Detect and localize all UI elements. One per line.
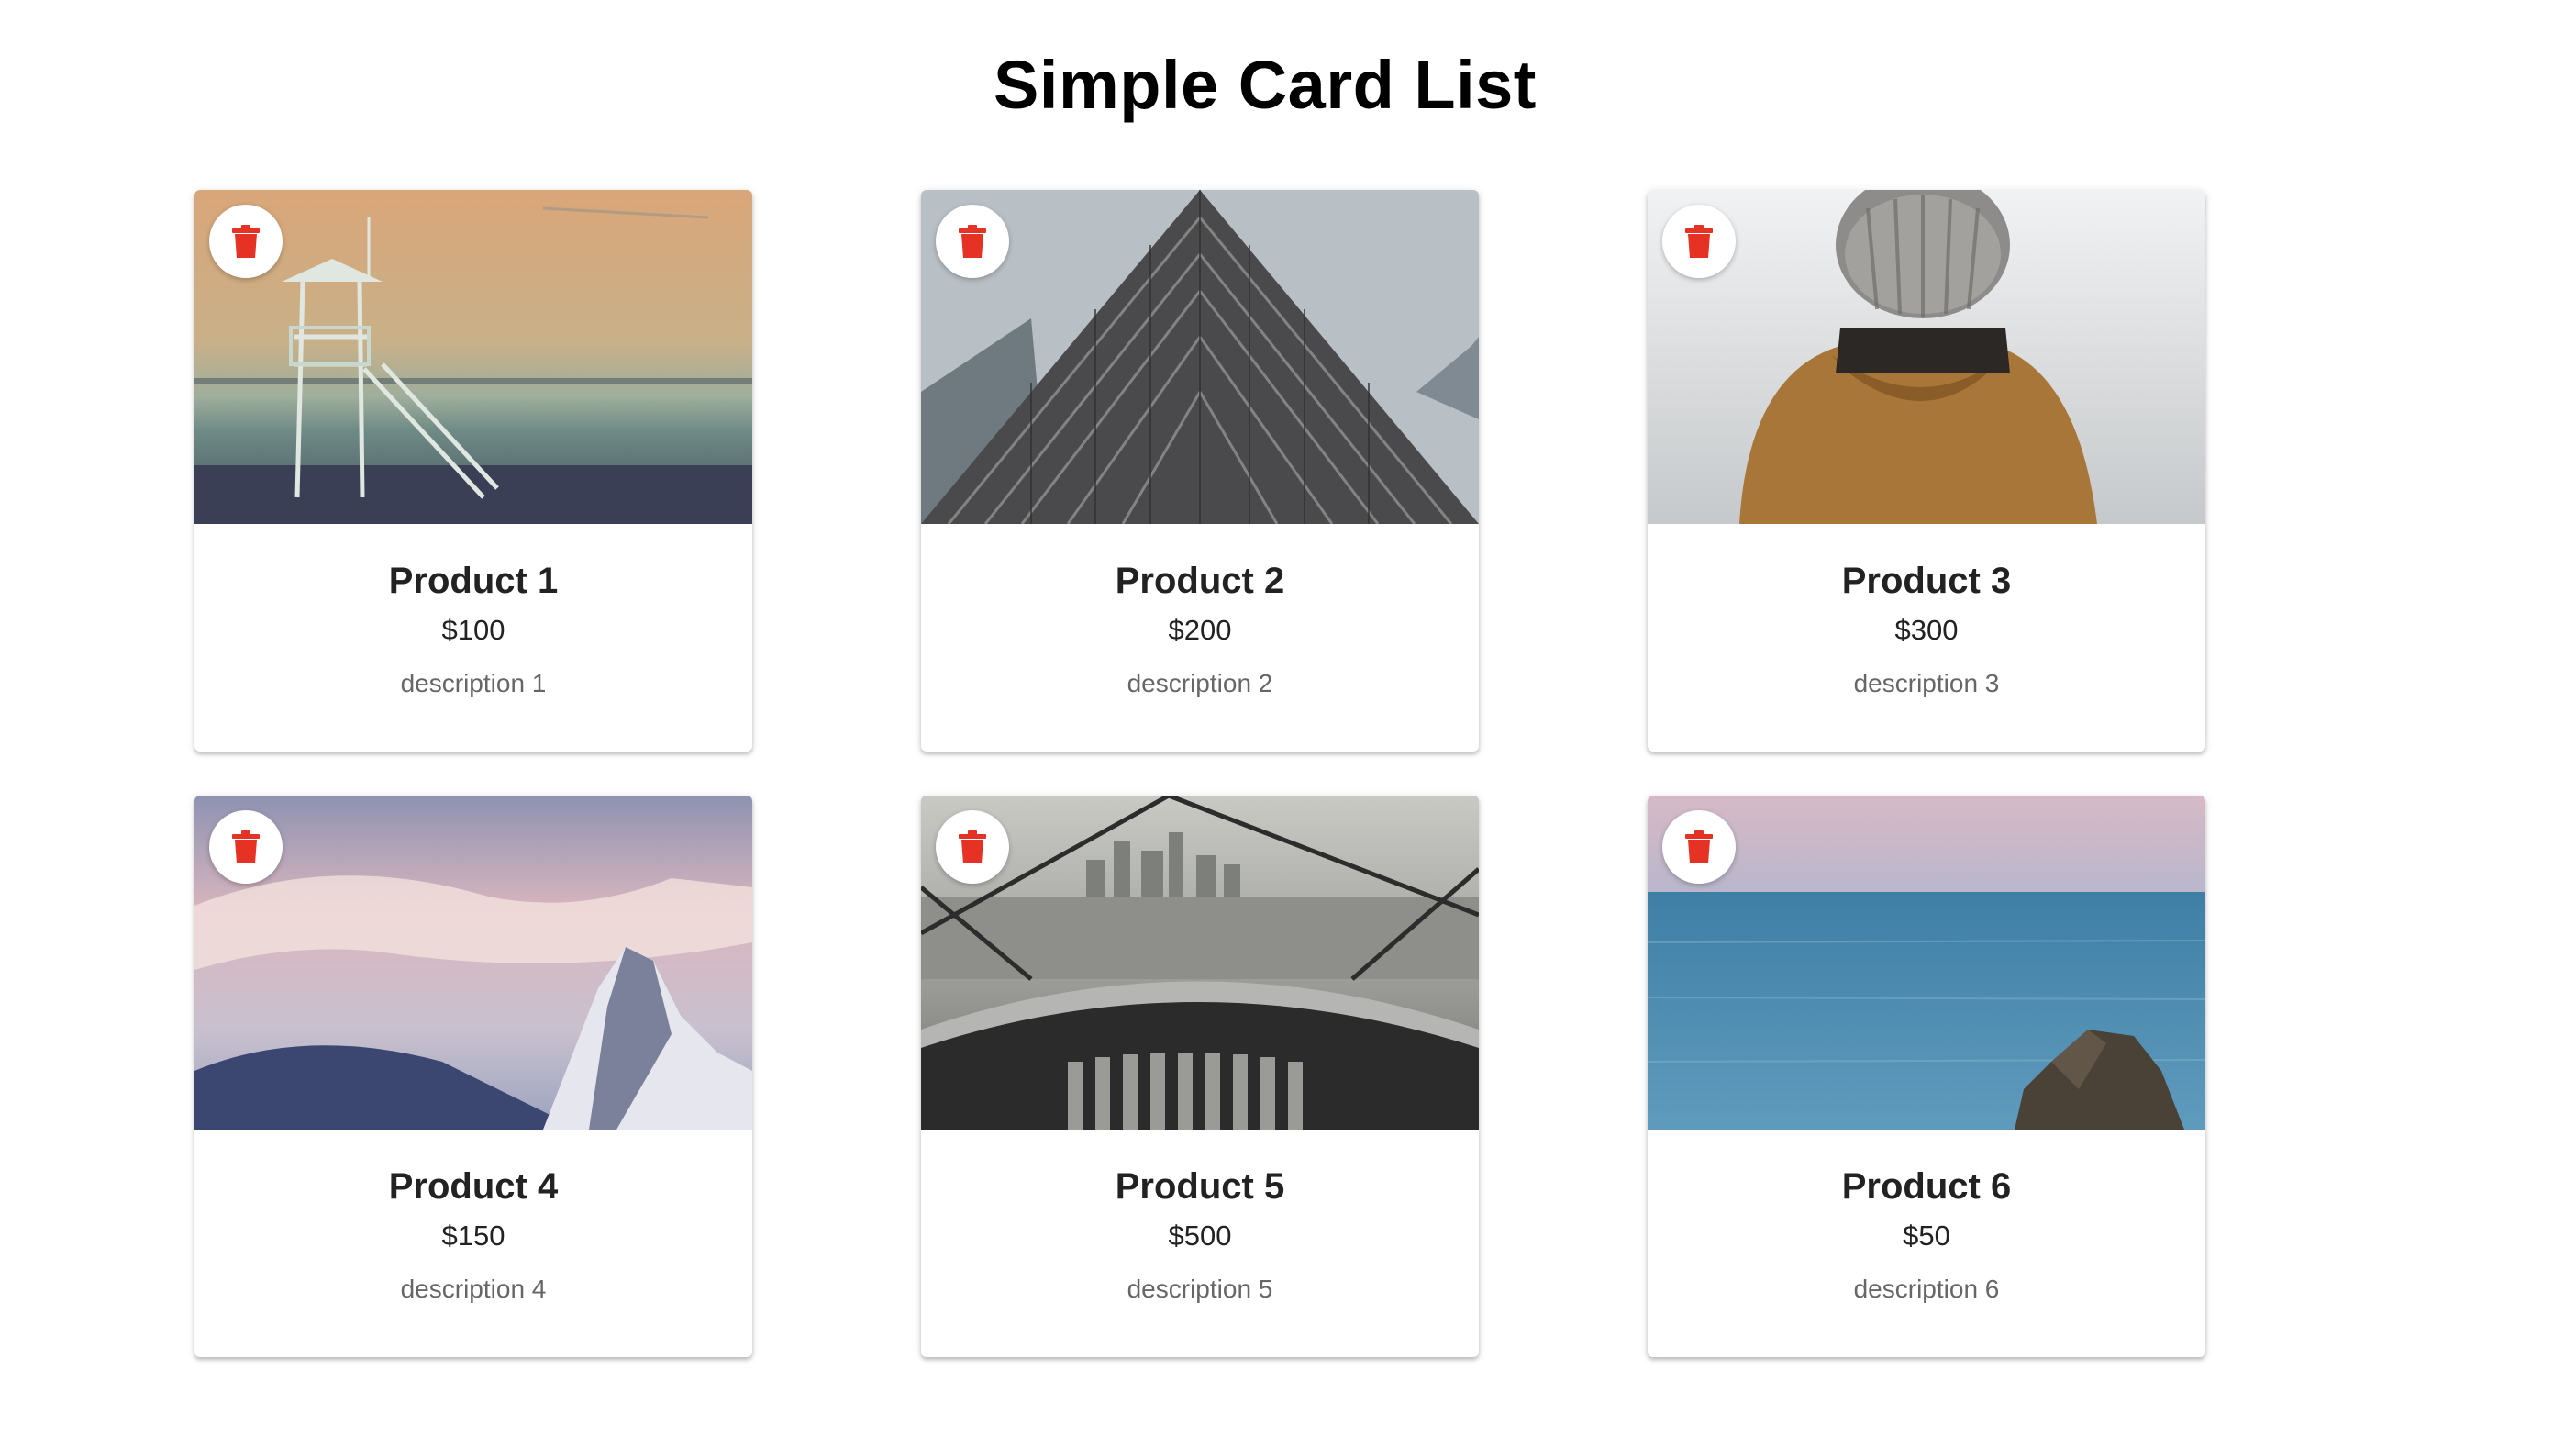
- product-description: description 4: [400, 1275, 547, 1303]
- card-body: Product 6 $50 description 6: [1648, 1130, 2205, 1306]
- delete-button[interactable]: [936, 205, 1009, 278]
- delete-button[interactable]: [936, 810, 1009, 884]
- card-body: Product 3 $300 description 3: [1648, 524, 2205, 700]
- trash-icon: [232, 830, 260, 863]
- product-title: Product 5: [1115, 1166, 1285, 1207]
- product-price: $100: [441, 614, 505, 646]
- product-title: Product 3: [1841, 561, 2012, 601]
- product-price: $50: [1903, 1220, 1950, 1252]
- product-price: $200: [1168, 614, 1232, 646]
- card-body: Product 5 $500 description 5: [921, 1130, 1479, 1306]
- product-card: Product 1 $100 description 1: [194, 190, 752, 752]
- delete-button[interactable]: [209, 810, 283, 884]
- product-card: Product 3 $300 description 3: [1648, 190, 2205, 752]
- delete-button[interactable]: [209, 205, 283, 278]
- product-price: $150: [441, 1220, 505, 1252]
- product-card: Product 4 $150 description 4: [194, 796, 752, 1357]
- product-price: $500: [1168, 1220, 1232, 1252]
- card-body: Product 4 $150 description 4: [194, 1130, 752, 1306]
- product-description: description 2: [1127, 669, 1273, 697]
- page: Simple Card List Product 1 $100 descript…: [0, 0, 2576, 1448]
- delete-button[interactable]: [1662, 205, 1736, 278]
- product-title: Product 4: [388, 1166, 559, 1207]
- trash-icon: [1685, 225, 1713, 258]
- product-price: $300: [1894, 614, 1959, 646]
- product-description: description 1: [400, 669, 547, 697]
- trash-icon: [959, 225, 986, 258]
- product-card: Product 6 $50 description 6: [1648, 796, 2205, 1357]
- product-description: description 5: [1127, 1275, 1273, 1303]
- trash-icon: [232, 225, 260, 258]
- trash-icon: [959, 830, 986, 863]
- product-title: Product 6: [1841, 1166, 2012, 1207]
- page-title: Simple Card List: [994, 47, 1537, 123]
- card-body: Product 1 $100 description 1: [194, 524, 752, 700]
- delete-button[interactable]: [1662, 810, 1736, 884]
- product-title: Product 2: [1115, 561, 1285, 601]
- card-grid: Product 1 $100 description 1 Product 2 $…: [194, 190, 2216, 1357]
- product-description: description 6: [1853, 1275, 2000, 1303]
- card-body: Product 2 $200 description 2: [921, 524, 1479, 700]
- trash-icon: [1685, 830, 1713, 863]
- product-description: description 3: [1853, 669, 2000, 697]
- product-card: Product 2 $200 description 2: [921, 190, 1479, 752]
- product-card: Product 5 $500 description 5: [921, 796, 1479, 1357]
- product-title: Product 1: [388, 561, 559, 601]
